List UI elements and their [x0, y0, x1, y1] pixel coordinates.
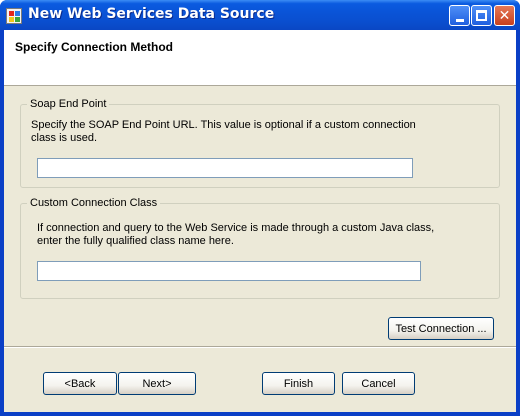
test-connection-button[interactable]: Test Connection ... [388, 317, 494, 340]
next-button[interactable]: Next> [118, 372, 196, 395]
minimize-button[interactable] [449, 5, 470, 26]
page-title: Specify Connection Method [15, 40, 174, 54]
title-bar[interactable]: New Web Services Data Source ✕ [0, 0, 520, 30]
soap-end-point-input[interactable] [37, 158, 413, 178]
close-icon: ✕ [498, 7, 511, 24]
wizard-header: Specify Connection Method [4, 30, 516, 86]
soap-end-point-description-line2: class is used. [31, 132, 98, 144]
back-button[interactable]: <Back [43, 372, 117, 395]
finish-button[interactable]: Finish [262, 372, 335, 395]
maximize-icon [476, 10, 487, 21]
dialog-client-area: Specify Connection Method Soap End Point… [4, 30, 516, 412]
close-button[interactable]: ✕ [494, 5, 515, 26]
soap-end-point-legend: Soap End Point [27, 98, 110, 110]
window-title: New Web Services Data Source [28, 6, 275, 22]
custom-connection-class-description-line2: enter the fully qualified class name her… [37, 235, 234, 247]
maximize-button[interactable] [471, 5, 492, 26]
soap-end-point-description-line1: Specify the SOAP End Point URL. This val… [31, 119, 416, 131]
app-icon [6, 8, 22, 24]
dialog-window: New Web Services Data Source ✕ Specify C… [0, 0, 520, 416]
soap-end-point-group: Soap End Point Specify the SOAP End Poin… [20, 98, 500, 188]
custom-connection-class-input[interactable] [37, 261, 421, 281]
custom-connection-class-group: Custom Connection Class If connection an… [20, 197, 500, 299]
footer-separator [4, 346, 516, 348]
minimize-icon [455, 18, 464, 22]
custom-connection-class-description-line1: If connection and query to the Web Servi… [37, 222, 435, 234]
custom-connection-class-legend: Custom Connection Class [27, 197, 161, 209]
cancel-button[interactable]: Cancel [342, 372, 415, 395]
